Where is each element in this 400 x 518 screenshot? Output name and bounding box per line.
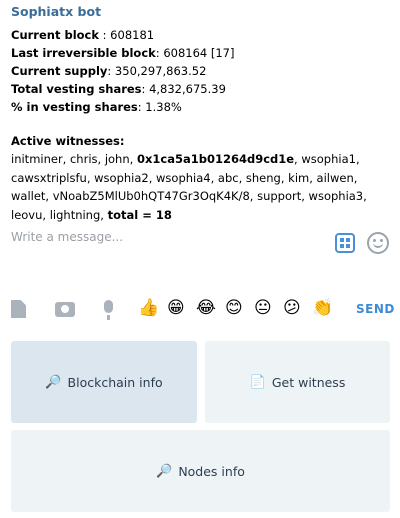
bot-message: Sophiatx bot Current block : 608181 Last… [0, 0, 400, 222]
message-input[interactable]: Write a message... [11, 230, 123, 244]
stat-current-supply: Current supply: 350,297,863.52 [11, 64, 207, 78]
stat-total-vesting-shares: Total vesting shares: 4,832,675.39 [11, 82, 226, 96]
button-label: Nodes info [178, 463, 245, 479]
nodes-info-button[interactable]: 🔎 Nodes info [11, 430, 390, 512]
microphone-icon[interactable] [104, 300, 113, 320]
emoji-neutral[interactable]: 😐 [254, 298, 272, 318]
emoji-clap[interactable]: 👏 [312, 298, 333, 318]
stat-last-irreversible-block: Last irreversible block: 608164 [17] [11, 46, 235, 60]
sender-name[interactable]: Sophiatx bot [11, 4, 101, 19]
stat-current-block: Current block : 608181 [11, 28, 155, 42]
button-label: Blockchain info [67, 374, 163, 390]
emoji-tears-of-joy[interactable]: 😂 [196, 298, 216, 318]
send-button[interactable]: SEND [356, 302, 395, 316]
emoji-thumbs-up[interactable]: 👍 [138, 298, 159, 318]
get-witness-button[interactable]: 📄 Get witness [205, 341, 390, 423]
button-label: Get witness [271, 374, 346, 390]
smiley-icon[interactable] [367, 232, 389, 254]
magnifier-icon: 🔎 [45, 374, 62, 390]
stat-percent-vesting: % in vesting shares: 1.38% [11, 100, 182, 114]
emoji-confused[interactable]: 😕 [283, 298, 301, 318]
camera-icon[interactable] [55, 302, 75, 317]
magnifier-icon: 🔎 [156, 463, 173, 479]
emoji-grin[interactable]: 😁 [167, 298, 185, 318]
witnesses-heading: Active witnesses: [11, 134, 125, 148]
emoji-smile[interactable]: 😊 [225, 298, 243, 318]
keyboard-grid-icon[interactable] [335, 233, 355, 253]
blockchain-info-button[interactable]: 🔎 Blockchain info [11, 341, 197, 423]
document-icon: 📄 [249, 374, 266, 390]
file-icon[interactable] [11, 300, 26, 318]
witnesses-list: initminer, chris, john, 0x1ca5a1b01264d9… [11, 152, 367, 222]
